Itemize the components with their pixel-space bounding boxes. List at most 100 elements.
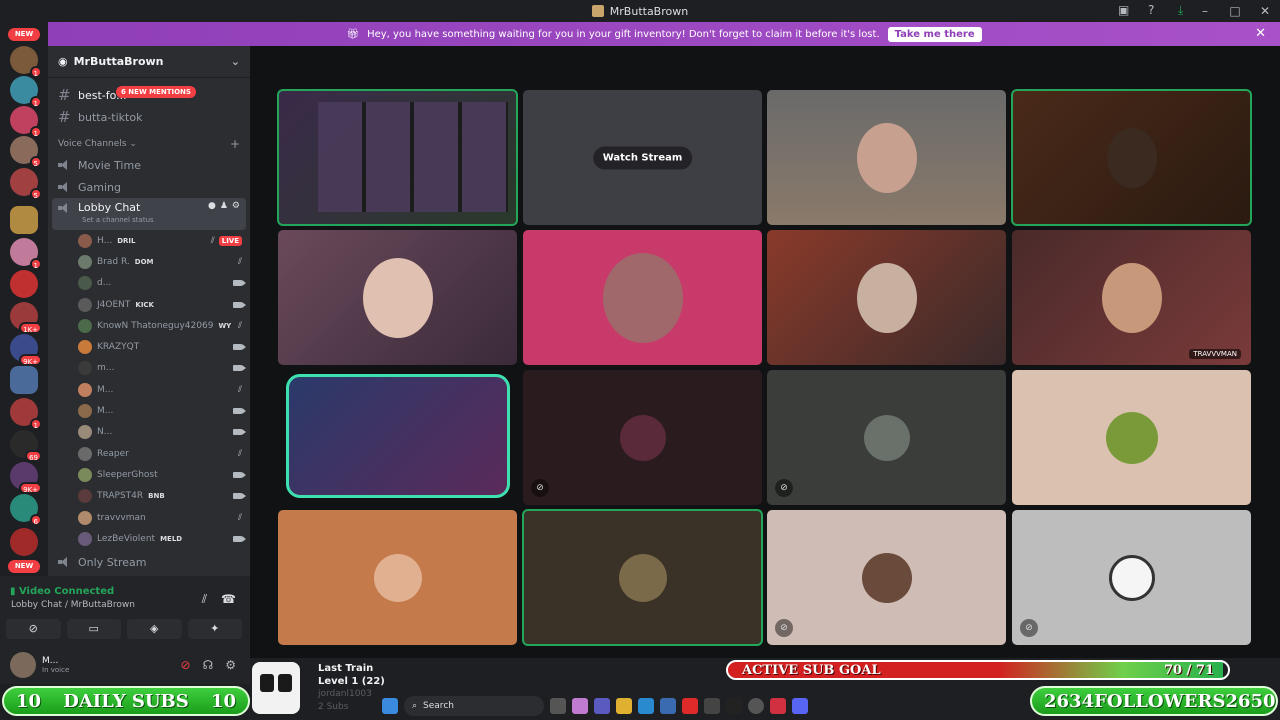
- video-tile[interactable]: ⊘: [278, 370, 517, 505]
- taskbar-search[interactable]: ⌕ Search: [404, 696, 544, 716]
- server-icon[interactable]: [10, 528, 38, 556]
- add-channel-icon[interactable]: +: [230, 137, 240, 151]
- server-icon[interactable]: 9K+: [10, 334, 42, 366]
- video-tile[interactable]: [523, 230, 762, 365]
- server-icon[interactable]: 5: [10, 168, 42, 200]
- invite-icon[interactable]: ♟: [220, 201, 228, 211]
- signal-icon: ▮: [10, 586, 19, 597]
- teams-icon[interactable]: [594, 698, 610, 714]
- voice-user[interactable]: SleeperGhost: [48, 464, 250, 485]
- disconnect-icon[interactable]: ☎: [221, 592, 236, 607]
- avatar-tile[interactable]: [1012, 370, 1251, 505]
- server-icon[interactable]: 1: [10, 106, 42, 138]
- task-view-icon[interactable]: [550, 698, 566, 714]
- avatar-tile[interactable]: ⊘: [767, 510, 1006, 645]
- voice-user[interactable]: M... ⫽: [48, 379, 250, 400]
- voice-user[interactable]: M...: [48, 400, 250, 421]
- soundboard-button[interactable]: ✦: [187, 619, 242, 639]
- user-status-icons: [233, 471, 246, 478]
- watch-stream-button[interactable]: Watch Stream: [592, 146, 693, 169]
- voice-channels-category[interactable]: Voice Channels ⌄ +: [48, 134, 250, 154]
- noise-suppression-icon[interactable]: ⫽: [202, 592, 207, 607]
- avatar-tile[interactable]: ⊘: [1012, 510, 1251, 645]
- server-icon[interactable]: 5: [10, 136, 42, 168]
- new-unread-pill[interactable]: NEW: [8, 28, 40, 41]
- voice-channel-movie-time[interactable]: Movie Time: [48, 154, 250, 176]
- video-tile[interactable]: [1011, 89, 1252, 226]
- server-icon[interactable]: 69: [10, 430, 42, 462]
- stream-preview: [318, 102, 508, 212]
- voice-user[interactable]: LezBeViolent MELD: [48, 528, 250, 549]
- user-status-icons: ⫽: [238, 257, 242, 267]
- voice-user[interactable]: TRAPST4R BNB: [48, 486, 250, 507]
- chevron-down-icon: ⌄: [230, 55, 240, 68]
- voice-channel-gaming[interactable]: Gaming: [48, 176, 250, 198]
- voice-channel-lobby-chat[interactable]: Lobby Chat Set a channel status ● ♟ ⚙: [52, 198, 246, 230]
- avatar-tile[interactable]: [522, 509, 763, 646]
- obs-icon[interactable]: [748, 698, 764, 714]
- camera-off-button[interactable]: ⊘: [6, 619, 61, 639]
- current-server-icon[interactable]: [10, 206, 38, 234]
- minimize-icon[interactable]: –: [1190, 4, 1220, 18]
- stream-tile[interactable]: [277, 89, 518, 226]
- voice-user[interactable]: KnowN Thatoneguy42069 WY ⫽: [48, 315, 250, 336]
- take-me-there-button[interactable]: Take me there: [887, 26, 982, 42]
- voice-user[interactable]: H... DRIL ⫽ LIVE: [48, 230, 250, 251]
- video-tile[interactable]: [278, 230, 517, 365]
- server-header[interactable]: ◉ MrButtaBrown ⌄: [48, 46, 250, 78]
- maximize-icon[interactable]: □: [1220, 4, 1250, 18]
- edge-icon[interactable]: [638, 698, 654, 714]
- voice-user[interactable]: d...: [48, 273, 250, 294]
- server-icon[interactable]: 9K+: [10, 462, 42, 494]
- tiktok-icon[interactable]: [726, 698, 742, 714]
- voice-user[interactable]: N...: [48, 422, 250, 443]
- avatar-tile[interactable]: ⊘: [523, 370, 762, 505]
- chat-icon[interactable]: ●: [208, 201, 216, 211]
- app-icon[interactable]: [770, 698, 786, 714]
- voice-user[interactable]: m...: [48, 358, 250, 379]
- windows-start-icon[interactable]: [382, 698, 398, 714]
- channel-butta-tiktok[interactable]: # butta-tiktok: [48, 106, 250, 128]
- server-icon[interactable]: 1: [10, 76, 42, 108]
- close-window-icon[interactable]: ✕: [1250, 4, 1280, 18]
- server-icon[interactable]: 1: [10, 46, 42, 78]
- close-banner-icon[interactable]: ✕: [1255, 26, 1266, 41]
- voice-user[interactable]: J4OENT KICK: [48, 294, 250, 315]
- file-explorer-icon[interactable]: [616, 698, 632, 714]
- voice-channel-path[interactable]: Lobby Chat / MrButtaBrown: [11, 600, 135, 610]
- new-unread-pill[interactable]: NEW: [8, 560, 40, 573]
- voice-connected-status[interactable]: ▮ Video Connected: [10, 586, 114, 597]
- server-icon[interactable]: 1: [10, 238, 42, 270]
- avatar-tile[interactable]: ⊘: [767, 370, 1006, 505]
- voice-user[interactable]: Reaper ⫽: [48, 443, 250, 464]
- video-tile[interactable]: TRAVVVMAN: [1012, 230, 1251, 365]
- channel-status[interactable]: Set a channel status: [82, 216, 154, 224]
- gear-icon[interactable]: ⚙: [232, 201, 240, 211]
- server-icon[interactable]: 1: [10, 398, 42, 430]
- youtube-icon[interactable]: [682, 698, 698, 714]
- voice-user[interactable]: Brad R. DOM ⫽: [48, 251, 250, 272]
- inbox-icon[interactable]: ▣: [1118, 3, 1129, 17]
- voice-user-name: N...: [97, 427, 113, 438]
- stream-tile[interactable]: Watch Stream: [523, 90, 762, 225]
- screen-share-button[interactable]: ▭: [66, 619, 121, 639]
- server-icon[interactable]: 6: [10, 494, 42, 526]
- new-mentions-badge[interactable]: 6 NEW MENTIONS: [116, 86, 196, 98]
- voice-user[interactable]: KRAZYQT: [48, 336, 250, 357]
- help-icon[interactable]: ?: [1148, 3, 1154, 17]
- discord-icon[interactable]: [792, 698, 808, 714]
- video-tile[interactable]: [767, 230, 1006, 365]
- server-icon[interactable]: [10, 270, 38, 298]
- avatar-tile[interactable]: [278, 510, 517, 645]
- copilot-icon[interactable]: [572, 698, 588, 714]
- voice-user[interactable]: travvvman ⫽: [48, 507, 250, 528]
- store-icon[interactable]: [660, 698, 676, 714]
- avatar: [78, 318, 92, 333]
- terminal-icon[interactable]: [704, 698, 720, 714]
- server-icon[interactable]: 1K+: [10, 302, 42, 334]
- server-icon[interactable]: [10, 366, 38, 394]
- activities-button[interactable]: ◈: [127, 619, 182, 639]
- download-icon[interactable]: ⤓: [1178, 3, 1183, 18]
- voice-channel-only-stream[interactable]: Only Stream: [48, 551, 250, 573]
- video-tile[interactable]: [767, 90, 1006, 225]
